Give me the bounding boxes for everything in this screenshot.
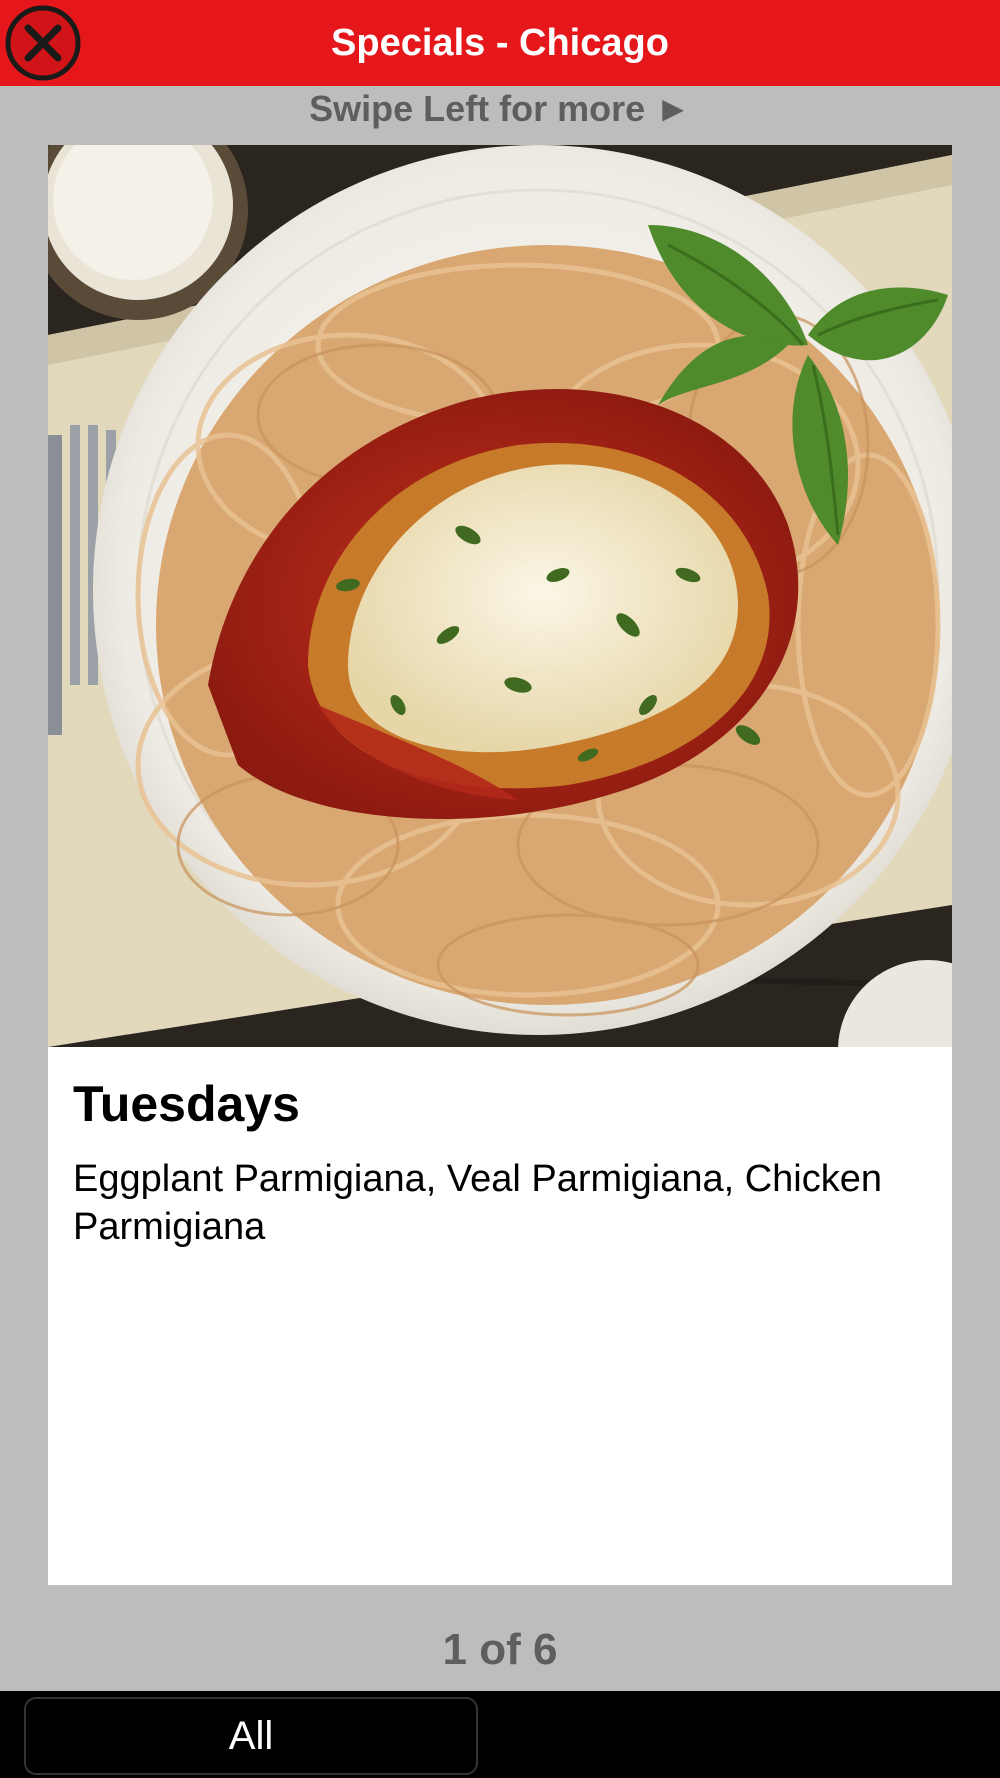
special-card[interactable]: Tuesdays Eggplant Parmigiana, Veal Parmi…: [48, 145, 952, 1585]
bottom-bar: All: [0, 1691, 1000, 1778]
special-image: [48, 145, 952, 1047]
page-indicator: 1 of 6: [442, 1625, 558, 1674]
swipe-hint: Swipe Left for more ►: [309, 88, 691, 129]
page-title: Specials - Chicago: [331, 22, 669, 64]
special-description: Eggplant Parmigiana, Veal Parmigiana, Ch…: [73, 1158, 883, 1248]
header-bar: Specials - Chicago: [0, 0, 1000, 86]
special-title: Tuesdays: [73, 1076, 300, 1132]
filter-all-button[interactable]: All: [24, 1697, 478, 1775]
